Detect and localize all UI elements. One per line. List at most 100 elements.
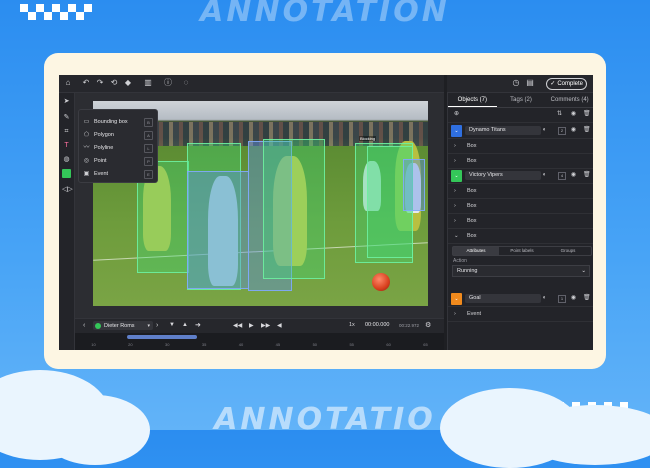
- checker-pattern-top: [20, 4, 92, 20]
- timeline-segment[interactable]: [127, 335, 197, 339]
- trash-icon[interactable]: 🗑: [583, 172, 591, 179]
- eye-icon[interactable]: ◉: [570, 172, 577, 179]
- home-icon[interactable]: ⌂: [63, 78, 73, 88]
- tool-menu-item[interactable]: ▣ Event E: [83, 168, 153, 180]
- soccer-ball: [372, 273, 390, 291]
- object-group-row[interactable]: ⌄ Victory Vipers ◐ 4 ◉ 🗑: [448, 169, 593, 184]
- list-item[interactable]: › Box: [448, 184, 593, 199]
- cloud-left-2: [40, 395, 150, 465]
- chevron-down-icon[interactable]: ⌄: [451, 125, 462, 137]
- object-name[interactable]: Victory Vipers: [465, 171, 541, 180]
- list-item[interactable]: › Event: [448, 307, 593, 322]
- action-value: Running: [457, 268, 478, 274]
- tab-attributes[interactable]: Attributes: [453, 247, 499, 255]
- chevron-left-icon[interactable]: ‹: [83, 322, 85, 329]
- timeline[interactable]: 10 20 30 35 40 45 50 55 60 65: [75, 333, 444, 350]
- eye-icon[interactable]: ◉: [570, 295, 577, 302]
- thumbs-up-icon[interactable]: ▲: [182, 322, 188, 328]
- panel-tabs: Objects (7) Tags (2) Comments (4): [448, 93, 593, 108]
- list-item[interactable]: › Box: [448, 214, 593, 229]
- list-item[interactable]: › Box: [448, 139, 593, 154]
- tab-groups[interactable]: Groups: [545, 247, 591, 255]
- tab-point-labels[interactable]: Point labels: [499, 247, 545, 255]
- chevron-down-icon[interactable]: ⌄: [451, 293, 462, 305]
- chevron-right-icon: ›: [454, 311, 456, 317]
- color-swatch-icon[interactable]: [62, 169, 71, 178]
- checker-cell: [36, 12, 44, 20]
- list-item[interactable]: ⌄ Box: [448, 229, 593, 244]
- timeline-tick: 55: [349, 342, 354, 347]
- chart-icon[interactable]: ▥: [143, 78, 153, 88]
- chevron-down-icon: ⌄: [454, 233, 459, 239]
- comment-icon[interactable]: ◌: [181, 78, 191, 88]
- item-label: Box: [467, 218, 477, 224]
- bounding-box-green[interactable]: [263, 139, 325, 279]
- checker-cell: [76, 12, 84, 20]
- tab-objects[interactable]: Objects (7): [448, 93, 497, 107]
- palette-icon[interactable]: ◐: [541, 295, 548, 302]
- object-group-row[interactable]: ⌄ Goal ◐ 1 ◉ 🗑: [448, 292, 593, 307]
- tool-menu-item[interactable]: ▭ Bounding box B: [83, 116, 153, 128]
- undo-icon[interactable]: ↶: [81, 78, 91, 88]
- pointer-icon[interactable]: ➤: [62, 97, 71, 106]
- bounding-box-blue[interactable]: [187, 171, 249, 289]
- object-name[interactable]: Dynamo Titans: [465, 126, 541, 135]
- checker-cell: [44, 4, 52, 12]
- annotator-select[interactable]: Dieter Roms ▾: [93, 321, 153, 330]
- eye-icon[interactable]: ◉: [570, 111, 577, 118]
- timeline-tick: 60: [386, 342, 391, 347]
- chevron-down-icon: ▾: [147, 322, 150, 329]
- palette-icon[interactable]: ◐: [541, 172, 548, 179]
- complete-button[interactable]: ✓ Complete: [546, 78, 587, 90]
- play-icon[interactable]: ▶: [249, 322, 254, 329]
- prev-frame-icon[interactable]: ◀◀: [233, 322, 242, 329]
- tab-tags[interactable]: Tags (2): [497, 93, 546, 107]
- next-frame-icon[interactable]: ▶▶: [261, 322, 270, 329]
- tool-menu-item[interactable]: ◎ Point P: [83, 155, 153, 167]
- split-icon[interactable]: ◁▷: [62, 185, 73, 194]
- tool-menu-item[interactable]: 〰 Polyline L: [83, 142, 153, 154]
- clipboard-icon[interactable]: ▤: [525, 78, 535, 88]
- item-label: Box: [467, 188, 477, 194]
- chevron-right-icon[interactable]: ›: [156, 322, 158, 329]
- rectangle-icon: ▭: [83, 118, 90, 125]
- object-name[interactable]: Goal: [465, 294, 541, 303]
- speed-select[interactable]: 1x: [349, 322, 355, 328]
- eye-icon[interactable]: ◉: [570, 127, 577, 134]
- trash-icon[interactable]: 🗑: [583, 111, 591, 118]
- clock-icon[interactable]: ◷: [511, 78, 521, 88]
- checker-cell: [20, 12, 28, 20]
- list-item[interactable]: › Box: [448, 199, 593, 214]
- pen-icon[interactable]: ✎: [62, 113, 71, 122]
- trash-icon[interactable]: 🗑: [583, 127, 591, 134]
- chevron-down-icon[interactable]: ⌄: [451, 170, 462, 182]
- checker-cell: [84, 12, 92, 20]
- chat-icon[interactable]: ◍: [62, 155, 71, 164]
- check-circle-icon: ✓: [550, 81, 556, 87]
- current-time: 00:00.000: [365, 322, 390, 328]
- target-icon[interactable]: ⊕: [453, 111, 460, 118]
- sort-icon[interactable]: ⇅: [556, 111, 563, 118]
- tab-comments[interactable]: Comments (4): [545, 93, 593, 107]
- info-icon[interactable]: ⓘ: [163, 78, 173, 88]
- back-icon[interactable]: ◀: [277, 322, 282, 329]
- text-icon[interactable]: T: [62, 141, 71, 150]
- forward-icon[interactable]: ➜: [195, 321, 201, 329]
- trash-icon[interactable]: 🗑: [583, 295, 591, 302]
- timeline-tick: 20: [128, 342, 133, 347]
- object-group-row[interactable]: ⌄ Dynamo Titans ◐ 2 ◉ 🗑: [448, 124, 593, 139]
- bounding-box-blue[interactable]: [403, 159, 425, 211]
- tag-icon[interactable]: ◆: [123, 78, 133, 88]
- redo-icon[interactable]: ↷: [95, 78, 105, 88]
- attribute-tabs: Attributes Point labels Groups: [452, 246, 592, 256]
- settings-icon[interactable]: ⚙: [425, 321, 431, 329]
- item-label: Box: [467, 158, 477, 164]
- palette-icon[interactable]: ◐: [541, 127, 548, 134]
- crop-icon[interactable]: ⌗: [62, 127, 71, 136]
- history-icon[interactable]: ⟲: [109, 78, 119, 88]
- list-item[interactable]: › Box: [448, 154, 593, 169]
- tool-menu-item[interactable]: ⬠ Polygon A: [83, 129, 153, 141]
- checker-cell: [52, 4, 60, 12]
- action-select[interactable]: Running ⌄: [452, 265, 590, 277]
- thumbs-down-icon[interactable]: ▼: [169, 322, 175, 328]
